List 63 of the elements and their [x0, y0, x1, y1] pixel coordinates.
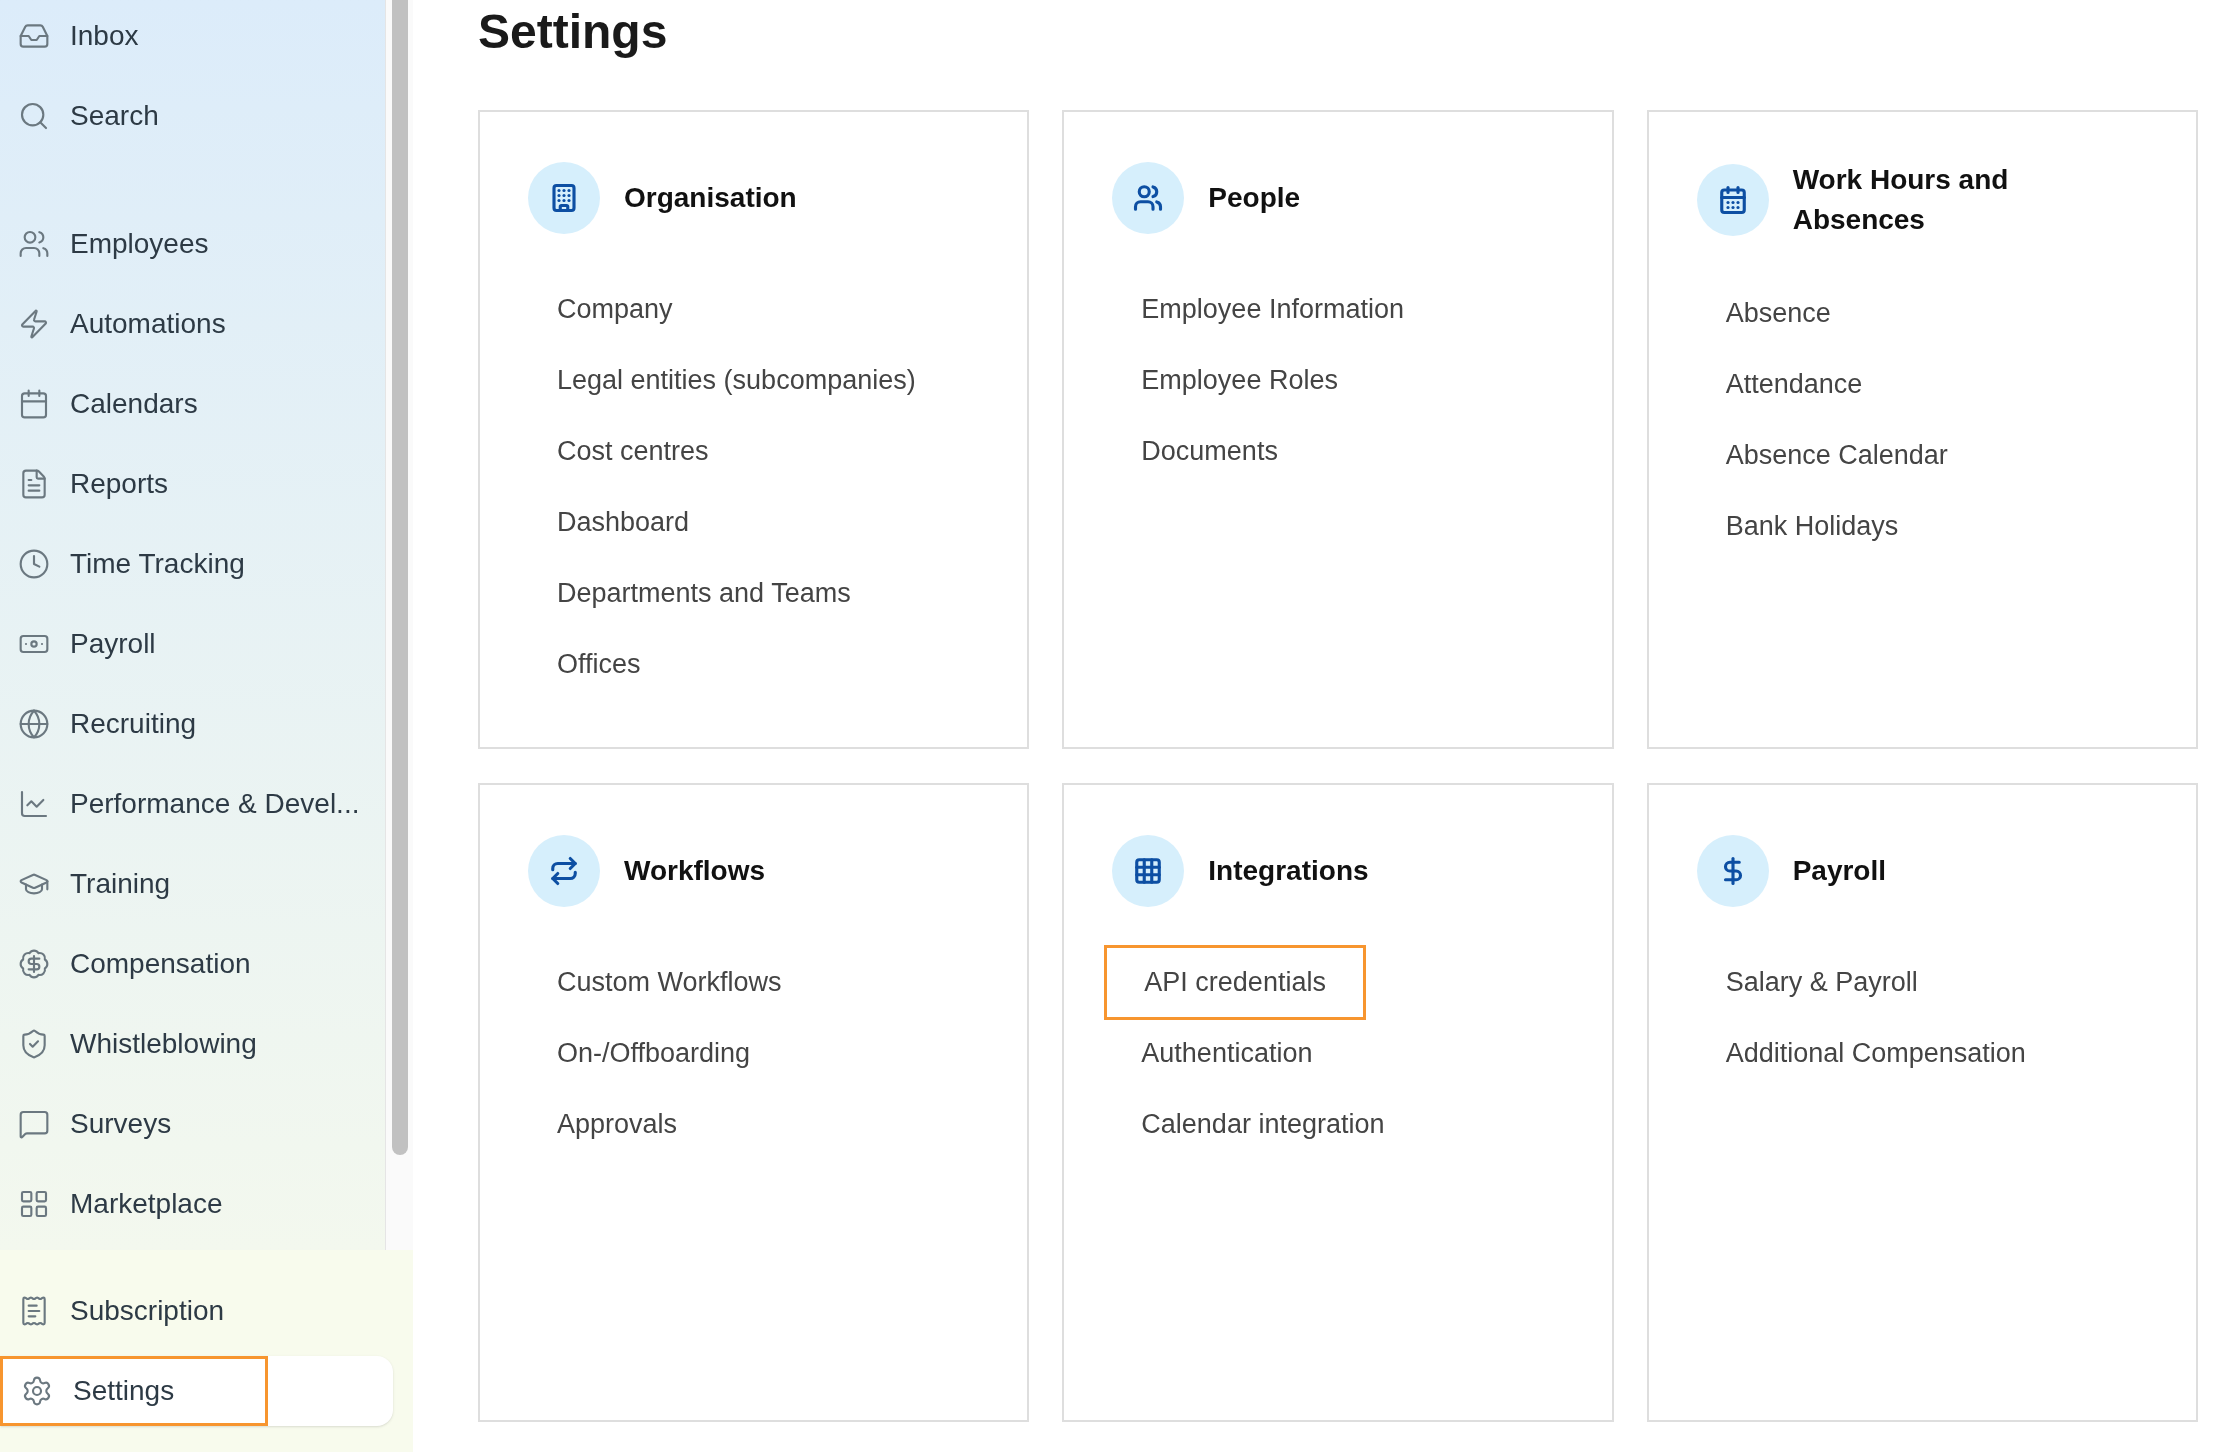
sidebar-item[interactable]: Time Tracking [0, 529, 257, 599]
building-icon [549, 183, 579, 213]
settings-link[interactable]: Approvals [520, 1090, 715, 1159]
settings-link[interactable]: Calendar integration [1104, 1090, 1422, 1159]
settings-link[interactable]: Additional Compensation [1688, 1019, 2063, 1088]
sidebar-item[interactable]: Subscription [0, 1276, 237, 1346]
chat-icon [18, 1108, 50, 1140]
sidebar-item[interactable]: Payroll [0, 609, 168, 679]
card-title: Organisation [624, 181, 797, 215]
sidebar-item[interactable]: Whistleblowing [0, 1009, 269, 1079]
settings-link[interactable]: Legal entities (subcompanies) [520, 346, 953, 415]
repeat-icon [549, 856, 579, 886]
settings-link[interactable]: Authentication [1104, 1019, 1350, 1088]
sidebar-item[interactable]: Inbox [0, 1, 151, 71]
sidebar-item[interactable]: Automations [0, 289, 238, 359]
sidebar-item[interactable]: Surveys [0, 1089, 184, 1159]
grid-icon [1133, 856, 1164, 886]
money-icon [18, 948, 50, 980]
sidebar-item[interactable]: Calendars [0, 369, 210, 439]
sidebar-item[interactable]: Compensation [0, 929, 263, 999]
card-title: Integrations [1208, 854, 1369, 888]
sidebar-item[interactable]: Reports [0, 449, 181, 519]
sidebar-item[interactable]: Employees [0, 209, 221, 279]
settings-link[interactable]: Salary & Payroll [1688, 948, 1955, 1017]
card-title: People [1208, 181, 1301, 215]
card-title: Payroll [1792, 854, 1887, 888]
search-icon [18, 100, 50, 132]
calendar-icon [1717, 185, 1748, 215]
settings-link[interactable]: Employee Roles [1104, 346, 1375, 415]
settings-icon [21, 1375, 53, 1407]
scrollbar-thumb[interactable] [391, 0, 408, 1155]
card-title: Workflows [624, 854, 766, 888]
settings-link[interactable]: Bank Holidays [1688, 492, 1936, 561]
settings-link[interactable]: Company [520, 275, 710, 344]
clock-icon [18, 548, 50, 580]
settings-link[interactable]: Documents [1104, 417, 1315, 486]
chart-icon [18, 788, 50, 820]
sidebar-item[interactable]: Marketplace [0, 1169, 235, 1239]
sidebar-item[interactable]: Settings [0, 1356, 268, 1426]
calendar-icon [18, 388, 50, 420]
sidebar-item[interactable]: Training [0, 849, 183, 919]
settings-link[interactable]: Attendance [1688, 350, 1900, 419]
page-title: Settings [478, 4, 669, 60]
settings-link[interactable]: Custom Workflows [520, 948, 819, 1017]
grid-icon [18, 1188, 50, 1220]
settings-link[interactable]: Absence Calendar [1688, 421, 1985, 490]
settings-link[interactable]: Offices [520, 630, 678, 699]
settings-link[interactable]: API credentials [1104, 945, 1366, 1020]
lightning-icon [18, 308, 50, 340]
settings-link[interactable]: Departments and Teams [520, 559, 888, 628]
settings-link[interactable]: Dashboard [520, 488, 727, 557]
people-icon [18, 228, 50, 260]
settings-link[interactable]: Employee Information [1104, 275, 1441, 344]
settings-link[interactable]: On-/Offboarding [520, 1019, 788, 1088]
settings-link[interactable]: Cost centres [520, 417, 746, 486]
sidebar-item[interactable]: Recruiting [0, 689, 209, 759]
sidebar-item-selected[interactable]: Settings [0, 1356, 393, 1426]
settings-link[interactable]: Absence [1688, 279, 1868, 348]
card-title: Work Hours and Absences [1792, 163, 2010, 237]
people-icon [1133, 183, 1164, 213]
sidebar-item[interactable]: Search [0, 81, 171, 151]
sidebar-item[interactable]: Performance & Devel... [0, 769, 372, 839]
globe-icon [18, 708, 50, 740]
